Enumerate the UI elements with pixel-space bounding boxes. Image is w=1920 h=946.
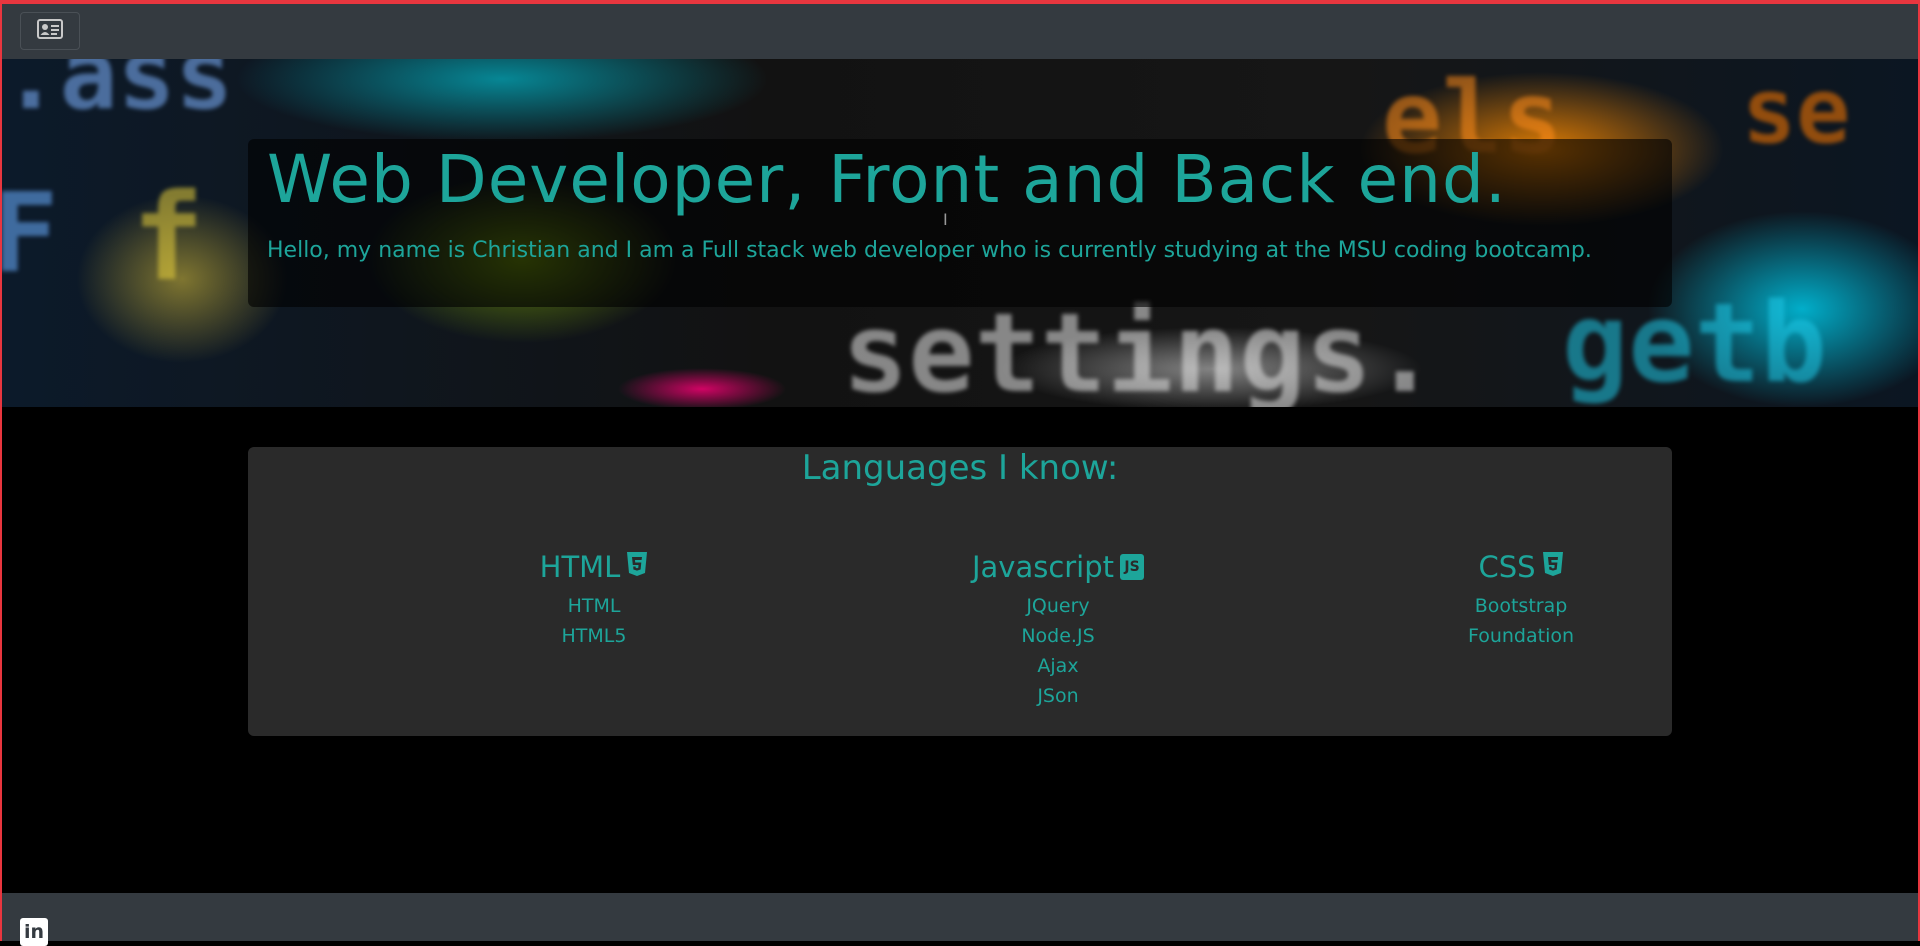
html5-icon: [626, 550, 648, 584]
page-title: Web Developer, Front and Back end.: [267, 141, 1507, 218]
language-column-css: CSS Bootstrap Foundation: [1371, 549, 1671, 651]
language-list-html: HTML HTML5: [444, 591, 744, 651]
hero-banner: .ass F f settings. getb els se Web Devel…: [2, 59, 1918, 407]
language-list-css: Bootstrap Foundation: [1371, 591, 1671, 651]
page-footer: in: [0, 893, 1920, 946]
languages-heading: Languages I know:: [801, 448, 1119, 488]
languages-card: Languages I know: HTML HTML HTML5 Javasc…: [248, 447, 1672, 736]
language-heading-javascript: Javascript JS: [908, 549, 1208, 585]
list-item: JSon: [1037, 685, 1079, 707]
list-item: Bootstrap: [1474, 595, 1568, 617]
code-glyph: F: [2, 169, 59, 297]
linkedin-icon[interactable]: in: [20, 918, 48, 946]
code-glyph: se: [1742, 59, 1851, 164]
js-icon: JS: [1120, 554, 1145, 580]
list-item: Foundation: [1467, 625, 1575, 647]
list-item: Ajax: [1037, 655, 1079, 677]
language-name: HTML: [539, 550, 621, 584]
top-navbar: [0, 0, 1920, 59]
text-cursor-icon: I: [943, 210, 948, 229]
language-heading-html: HTML: [444, 549, 744, 585]
navbar-toggle-button[interactable]: [20, 12, 80, 50]
language-name: CSS: [1478, 550, 1536, 584]
language-name: Javascript: [971, 550, 1115, 584]
language-column-javascript: Javascript JS JQuery Node.JS Ajax JSon: [908, 549, 1208, 711]
hero-jumbotron: Web Developer, Front and Back end. Hello…: [248, 139, 1672, 307]
list-item: Node.JS: [1021, 625, 1095, 647]
language-list-javascript: JQuery Node.JS Ajax JSon: [908, 591, 1208, 711]
list-item: HTML: [567, 595, 621, 617]
id-card-icon: [37, 19, 63, 43]
list-item: JQuery: [1026, 595, 1090, 617]
css3-icon: [1542, 550, 1564, 584]
code-glyph: f: [132, 169, 205, 308]
list-item: HTML5: [561, 625, 627, 647]
language-column-html: HTML HTML HTML5: [444, 549, 744, 651]
code-glyph: .ass: [2, 59, 234, 131]
language-heading-css: CSS: [1371, 549, 1671, 585]
intro-text: Hello, my name is Christian and I am a F…: [267, 238, 1592, 263]
